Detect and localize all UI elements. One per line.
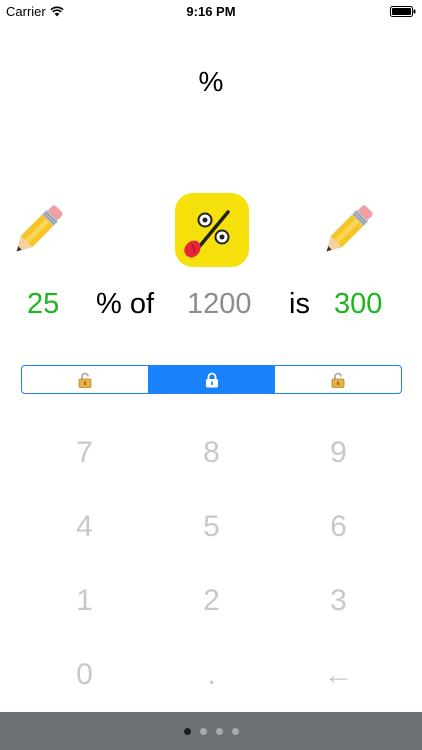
- pencil-icon[interactable]: [6, 200, 68, 262]
- page-dot-4[interactable]: [231, 727, 239, 735]
- lock-selector: [21, 365, 402, 394]
- keypad-row: 7 8 9: [21, 423, 402, 483]
- base-value-field[interactable]: 1200: [187, 288, 252, 321]
- keypad-row: 4 5 6: [21, 497, 402, 557]
- key-decimal[interactable]: .: [148, 645, 275, 705]
- keypad-row: 0 . ←: [21, 645, 402, 705]
- lock-segment-base[interactable]: [147, 366, 275, 393]
- key-5[interactable]: 5: [148, 497, 275, 557]
- page-dot-1[interactable]: [183, 727, 191, 735]
- percent-face-app-icon[interactable]: [175, 193, 249, 267]
- key-0[interactable]: 0: [21, 645, 148, 705]
- key-3[interactable]: 3: [275, 571, 402, 631]
- key-1[interactable]: 1: [21, 571, 148, 631]
- lock-segment-percent[interactable]: [22, 366, 148, 393]
- percent-of-label: % of: [96, 288, 155, 320]
- open-lock-icon: [78, 372, 92, 388]
- page-indicator: [0, 712, 422, 750]
- key-4[interactable]: 4: [21, 497, 148, 557]
- page-dot-2[interactable]: [199, 727, 207, 735]
- key-6[interactable]: 6: [275, 497, 402, 557]
- status-time: 9:16 PM: [186, 4, 236, 19]
- keypad-row: 1 2 3: [21, 571, 402, 631]
- key-2[interactable]: 2: [148, 571, 275, 631]
- percent-equation: 25 % of 1200 is 300: [0, 286, 422, 326]
- key-backspace[interactable]: ←: [275, 645, 402, 705]
- key-7[interactable]: 7: [21, 423, 148, 483]
- key-9[interactable]: 9: [275, 423, 402, 483]
- battery-icon: [390, 6, 416, 17]
- page-title: %: [198, 66, 224, 97]
- key-8[interactable]: 8: [148, 423, 275, 483]
- pencil-icon[interactable]: [316, 200, 378, 262]
- page-dot-3[interactable]: [215, 727, 223, 735]
- closed-lock-icon: [205, 372, 218, 387]
- lock-segment-result[interactable]: [274, 366, 401, 393]
- percent-value-field[interactable]: 25: [27, 288, 59, 321]
- open-lock-icon: [331, 372, 345, 388]
- result-value-field[interactable]: 300: [334, 288, 382, 321]
- status-bar: Carrier 9:16 PM: [0, 0, 422, 22]
- is-label: is: [289, 288, 310, 320]
